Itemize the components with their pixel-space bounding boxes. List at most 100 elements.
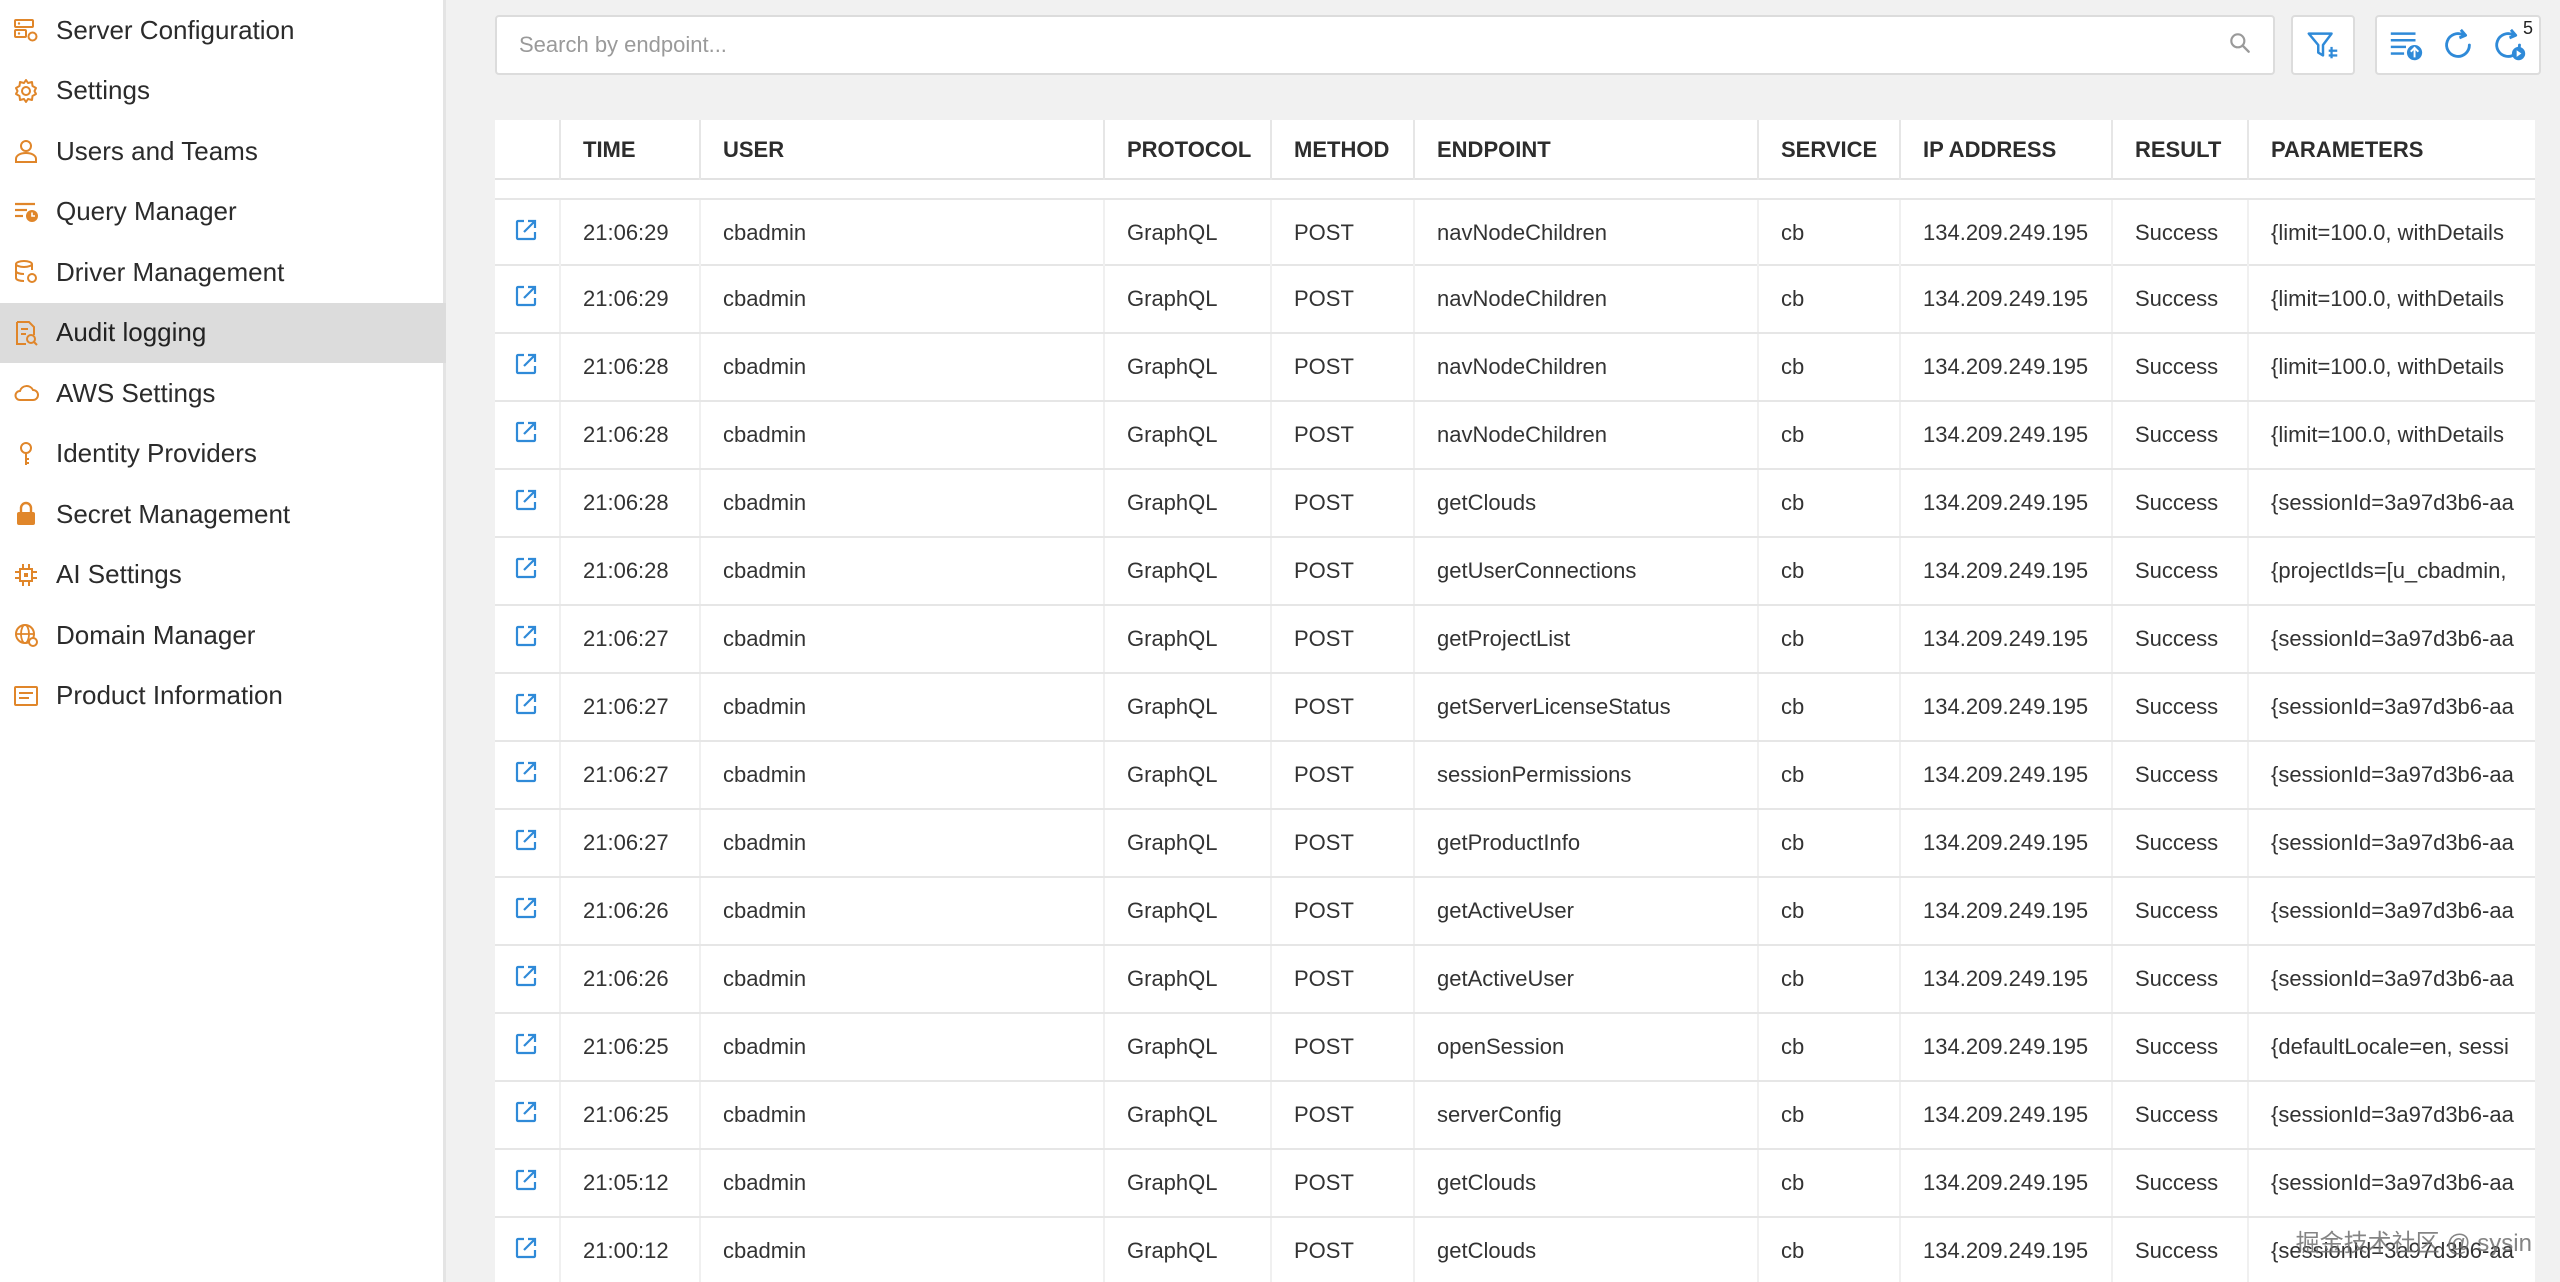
cell-result: Success: [2111, 1082, 2247, 1148]
cell-protocol: GraphQL: [1103, 606, 1270, 672]
sidebar-item-product-information[interactable]: Product Information: [0, 666, 446, 726]
filter-icon[interactable]: [2303, 24, 2343, 66]
cell-result: Success: [2111, 200, 2247, 266]
cell-endpoint: getClouds: [1413, 1150, 1757, 1216]
cell-user: cbadmin: [699, 200, 1103, 266]
cell-ip-address: 134.209.249.195: [1899, 402, 2111, 468]
table-row[interactable]: 21:06:28 cbadmin GraphQL POST getClouds cb 134…: [495, 470, 2535, 538]
table-row[interactable]: 21:05:12 cbadmin GraphQL POST getClouds cb 134…: [495, 1150, 2535, 1218]
open-details-cell: [495, 1014, 559, 1080]
refresh-icon[interactable]: [2439, 24, 2477, 66]
table-row[interactable]: 21:06:27 cbadmin GraphQL POST getProjectList…: [495, 606, 2535, 674]
sidebar-item-settings[interactable]: Settings: [0, 61, 446, 121]
column-header-method[interactable]: METHOD: [1270, 120, 1413, 180]
cell-ip-address: 134.209.249.195: [1899, 946, 2111, 1012]
cell-time: 21:06:27: [559, 742, 699, 808]
search-icon[interactable]: [2227, 30, 2253, 61]
sidebar-item-audit-logging[interactable]: Audit logging: [0, 302, 446, 363]
column-header-endpoint[interactable]: ENDPOINT: [1413, 120, 1757, 180]
table-row[interactable]: 21:06:27 cbadmin GraphQL POST getServerLicen…: [495, 674, 2535, 742]
cell-endpoint: getServerLicenseStatus: [1413, 674, 1757, 740]
column-header-user[interactable]: USER: [699, 120, 1103, 180]
timer-refresh-icon[interactable]: 5: [2491, 18, 2533, 66]
cell-user: cbadmin: [699, 674, 1103, 740]
sidebar-item-ai-settings[interactable]: AI Settings: [0, 545, 446, 605]
column-header-open[interactable]: [495, 120, 559, 180]
open-external-icon[interactable]: [513, 351, 539, 383]
sidebar-item-query-manager[interactable]: Query Manager: [0, 182, 446, 242]
sidebar-item-server-configuration[interactable]: Server Configuration: [0, 0, 446, 60]
cell-service: cb: [1757, 742, 1899, 808]
open-external-icon[interactable]: [513, 827, 539, 859]
cell-parameters: {sessionId=3a97d3b6-aa: [2247, 606, 2535, 672]
cell-endpoint: getClouds: [1413, 470, 1757, 536]
open-external-icon[interactable]: [513, 895, 539, 927]
open-external-icon[interactable]: [513, 283, 539, 315]
cell-time: 21:06:27: [559, 674, 699, 740]
sidebar-item-label: Server Configuration: [56, 14, 295, 45]
table-row[interactable]: 21:06:28 cbadmin GraphQL POST navNodeChildre…: [495, 334, 2535, 402]
sidebar-item-secret-management[interactable]: Secret Management: [0, 484, 446, 544]
column-header-service[interactable]: SERVICE: [1757, 120, 1899, 180]
cell-protocol: GraphQL: [1103, 402, 1270, 468]
cell-user: cbadmin: [699, 810, 1103, 876]
database-icon: [12, 258, 40, 286]
open-external-icon[interactable]: [513, 555, 539, 587]
table-row[interactable]: 21:06:29 cbadmin GraphQL POST navNodeChildre…: [495, 198, 2535, 266]
cell-user: cbadmin: [699, 742, 1103, 808]
table-row[interactable]: 21:06:28 cbadmin GraphQL POST navNodeChildre…: [495, 402, 2535, 470]
cell-endpoint: navNodeChildren: [1413, 266, 1757, 332]
column-header-time[interactable]: TIME: [559, 120, 699, 180]
cell-result: Success: [2111, 402, 2247, 468]
table-row[interactable]: 21:06:25 cbadmin GraphQL POST serverConfig cb…: [495, 1082, 2535, 1150]
table-row[interactable]: 21:06:26 cbadmin GraphQL POST getActiveUser c…: [495, 946, 2535, 1014]
cell-time: 21:06:29: [559, 266, 699, 332]
open-external-icon[interactable]: [513, 419, 539, 451]
cell-result: Success: [2111, 1218, 2247, 1282]
open-external-icon[interactable]: [513, 1099, 539, 1131]
list-settings-icon[interactable]: [2387, 24, 2425, 66]
open-external-icon[interactable]: [513, 1031, 539, 1063]
open-external-icon[interactable]: [513, 963, 539, 995]
open-external-icon[interactable]: [513, 759, 539, 791]
table-row[interactable]: 21:06:27 cbadmin GraphQL POST getProductInfo…: [495, 810, 2535, 878]
table-row[interactable]: 21:06:26 cbadmin GraphQL POST getActiveUser c…: [495, 878, 2535, 946]
sidebar-item-users-and-teams[interactable]: Users and Teams: [0, 121, 446, 181]
table-row[interactable]: 21:00:12 cbadmin GraphQL POST getClouds cb 134…: [495, 1218, 2535, 1282]
gear-icon: [12, 77, 40, 105]
table-row[interactable]: 21:06:28 cbadmin GraphQL POST getUserConnect…: [495, 538, 2535, 606]
table-row[interactable]: 21:06:29 cbadmin GraphQL POST navNodeChildre…: [495, 266, 2535, 334]
sidebar-item-identity-providers[interactable]: Identity Providers: [0, 424, 446, 484]
open-details-cell: [495, 674, 559, 740]
sidebar-item-driver-management[interactable]: Driver Management: [0, 242, 446, 302]
cell-method: POST: [1270, 200, 1413, 266]
cell-method: POST: [1270, 266, 1413, 332]
open-external-icon[interactable]: [513, 623, 539, 655]
search-input[interactable]: [517, 31, 2227, 59]
search-box[interactable]: [495, 15, 2275, 75]
cell-ip-address: 134.209.249.195: [1899, 1082, 2111, 1148]
open-external-icon[interactable]: [513, 691, 539, 723]
open-external-icon[interactable]: [513, 1235, 539, 1267]
cell-protocol: GraphQL: [1103, 1082, 1270, 1148]
column-header-ip-address[interactable]: IP ADDRESS: [1899, 120, 2111, 180]
cell-method: POST: [1270, 470, 1413, 536]
cell-time: 21:06:25: [559, 1082, 699, 1148]
sidebar-item-domain-manager[interactable]: Domain Manager: [0, 605, 446, 665]
open-external-icon[interactable]: [513, 487, 539, 519]
sidebar-item-aws-settings[interactable]: AWS Settings: [0, 363, 446, 423]
column-header-protocol[interactable]: PROTOCOL: [1103, 120, 1270, 180]
sidebar-item-label: Audit logging: [56, 317, 207, 347]
cell-time: 21:05:12: [559, 1150, 699, 1216]
table-row[interactable]: 21:06:27 cbadmin GraphQL POST sessionPermiss…: [495, 742, 2535, 810]
cell-service: cb: [1757, 1150, 1899, 1216]
table-row[interactable]: 21:06:25 cbadmin GraphQL POST openSession cb 1…: [495, 1014, 2535, 1082]
open-external-icon[interactable]: [513, 1167, 539, 1199]
column-header-result[interactable]: RESULT: [2111, 120, 2247, 180]
open-external-icon[interactable]: [513, 217, 539, 249]
sidebar: Server Configuration Settings Users and Te…: [0, 0, 446, 1282]
column-header-parameters[interactable]: PARAMETERS: [2247, 120, 2535, 180]
cell-result: Success: [2111, 946, 2247, 1012]
cell-ip-address: 134.209.249.195: [1899, 1150, 2111, 1216]
cell-service: cb: [1757, 878, 1899, 944]
